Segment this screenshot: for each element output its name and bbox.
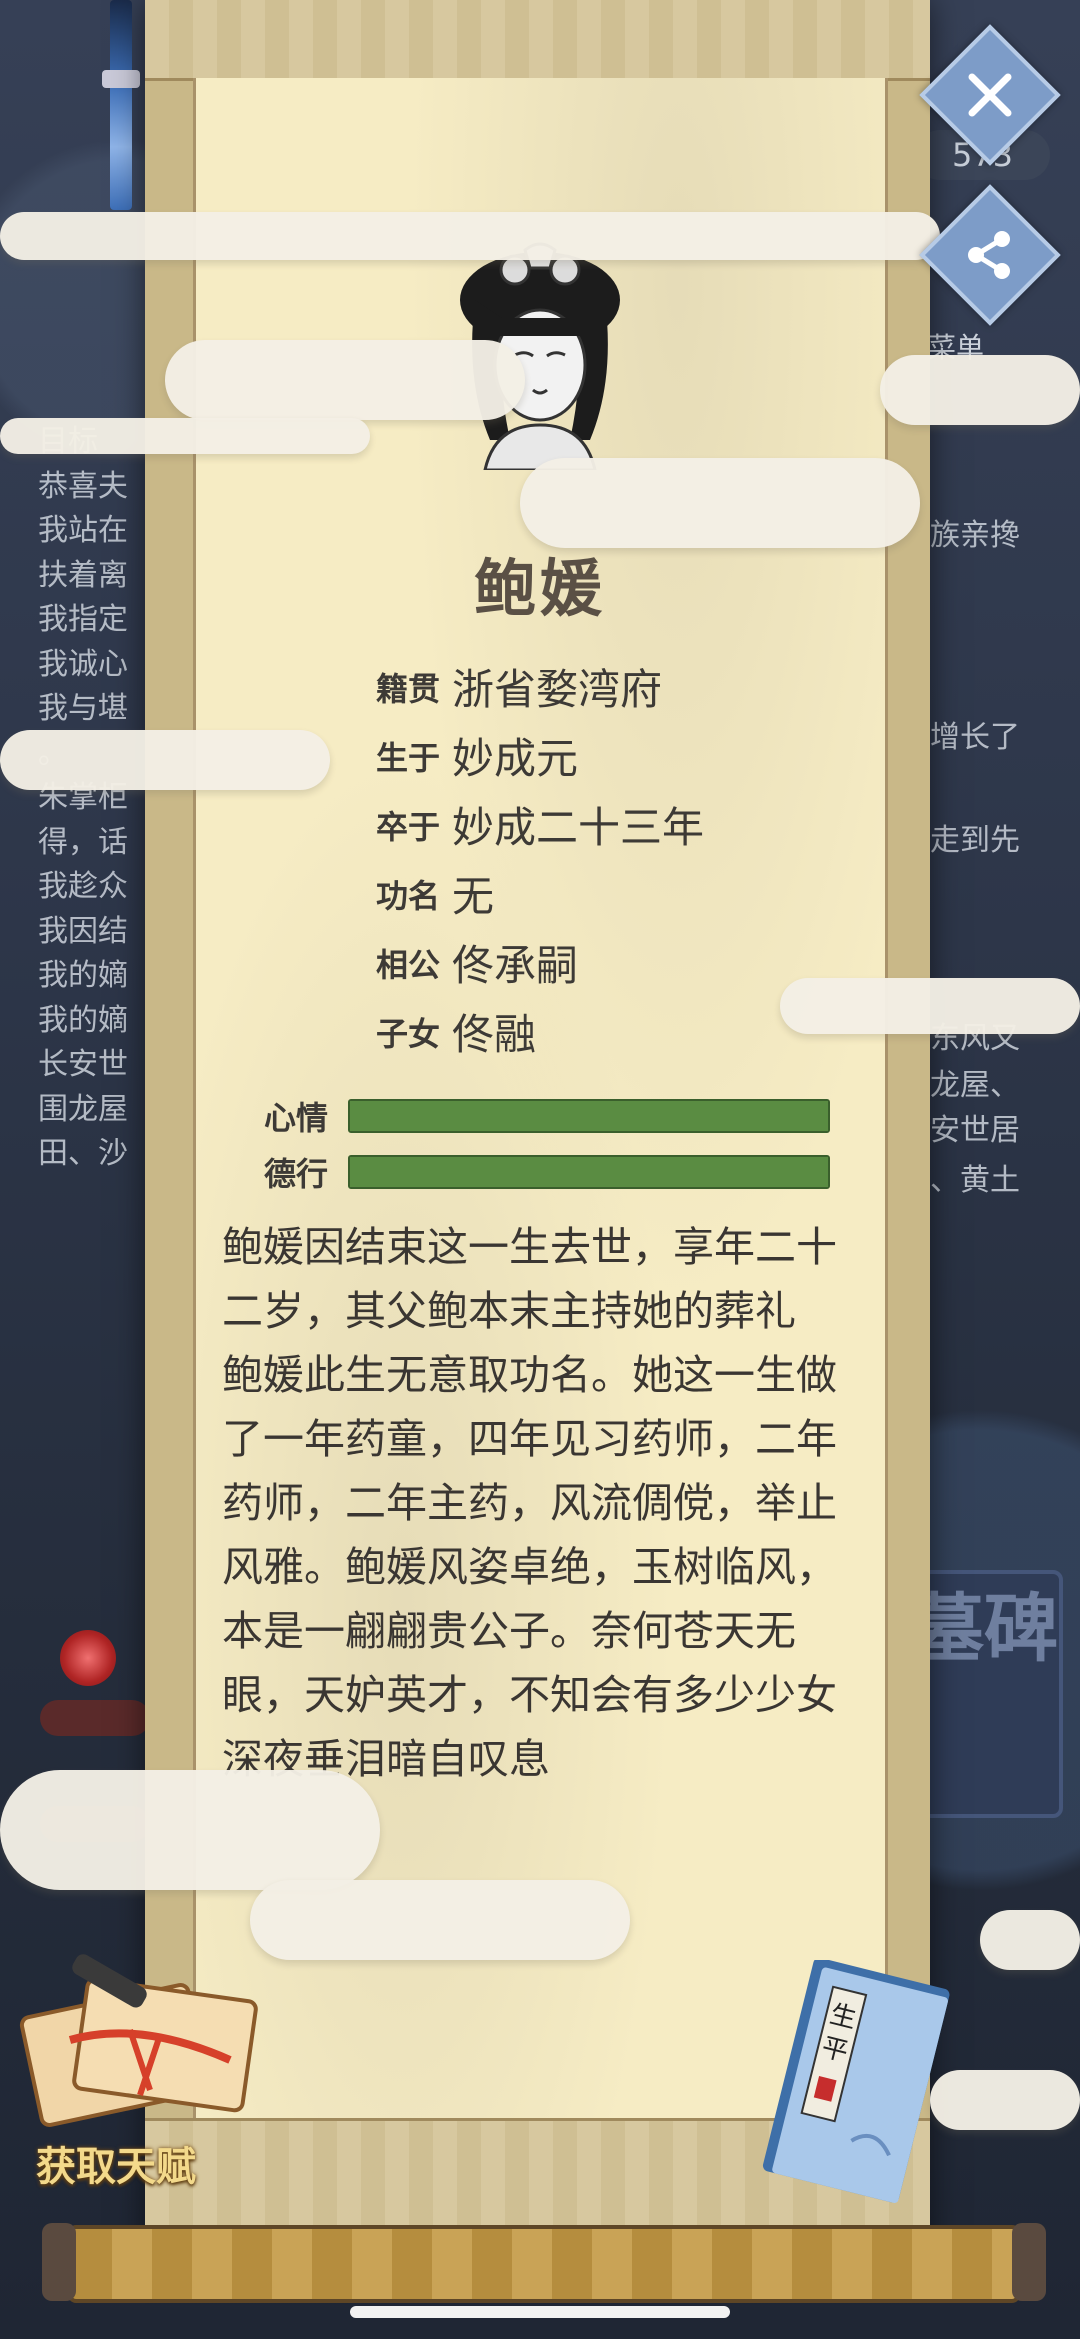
- cloud-decoration: [0, 1770, 380, 1890]
- bar-track: [348, 1099, 830, 1133]
- info-value: 佟融: [452, 1010, 537, 1059]
- character-name: 鲍媛: [473, 552, 606, 625]
- info-value: 妙成元: [452, 734, 579, 783]
- bar-fill: [350, 1101, 828, 1131]
- info-label: 相公: [375, 945, 440, 984]
- log-fragment: 、黄土: [930, 1163, 1020, 1198]
- scroll-top-rod: [145, 0, 930, 81]
- cloud-decoration: [0, 730, 330, 790]
- info-label: 籍贯: [375, 669, 440, 708]
- info-label: 卒于: [375, 807, 440, 846]
- info-label: 功名: [375, 876, 440, 915]
- cloud-decoration: [980, 1910, 1080, 1970]
- cloud-decoration: [165, 340, 525, 420]
- get-talent-label[interactable]: 获取天赋: [36, 2134, 196, 2192]
- info-value: 浙省婺湾府: [452, 665, 663, 714]
- bar-fill: [350, 1157, 828, 1187]
- biography-text: 鲍媛因结束这一生去世，享年二十二岁，其父鲍本末主持她的葬礼 鲍媛此生无意取功名。…: [222, 1215, 862, 1791]
- log-fragment: 龙屋、: [930, 1068, 1020, 1103]
- info-value: 佟承嗣: [452, 941, 579, 990]
- story-paragraph: 鲍媛因结束这一生去世，享年二十二岁，其父鲍本末主持她的葬礼: [222, 1223, 837, 1335]
- close-icon: [968, 73, 1012, 117]
- mood-bar: 心情: [240, 1093, 830, 1139]
- info-row-children: 子女 佟融: [350, 997, 704, 1066]
- info-value: 无: [452, 872, 495, 921]
- story-paragraph: 鲍媛此生无意取功名。她这一生做了一年药童，四年见习药师，二年药师，二年主药，风流…: [222, 1351, 837, 1783]
- biography-book-icon[interactable]: 生 平: [755, 1960, 955, 2210]
- side-item: [40, 1700, 150, 1736]
- bar-label: 心情: [263, 1099, 328, 1137]
- info-label: 子女: [375, 1014, 440, 1053]
- log-fragment: 增长了: [930, 720, 1020, 755]
- share-icon: [968, 231, 1010, 279]
- talent-scroll-icon[interactable]: [10, 1950, 270, 2150]
- virtue-bar: 德行: [240, 1149, 830, 1195]
- bar-track: [348, 1155, 830, 1189]
- cloud-decoration: [780, 978, 1080, 1034]
- cloud-decoration: [250, 1880, 630, 1960]
- info-row-died: 卒于 妙成二十三年: [350, 790, 704, 859]
- cloud-decoration: [0, 418, 370, 454]
- home-indicator[interactable]: [350, 2306, 730, 2318]
- cloud-decoration: [0, 212, 940, 260]
- cloud-decoration: [880, 355, 1080, 425]
- character-info: 籍贯 浙省婺湾府 生于 妙成元 卒于 妙成二十三年 功名 无 相公 佟承嗣 子女…: [350, 652, 704, 1066]
- info-value: 妙成二十三年: [452, 803, 705, 852]
- info-row-spouse: 相公 佟承嗣: [350, 928, 704, 997]
- info-row-born: 生于 妙成元: [350, 721, 704, 790]
- log-fragment: 走到先: [930, 823, 1020, 858]
- jade-pendant-decoration: [102, 0, 140, 210]
- info-label: 生于: [375, 738, 440, 777]
- cloud-decoration: [520, 458, 920, 548]
- bottom-scroll-bar: [42, 2223, 1046, 2303]
- info-row-rank: 功名 无: [350, 859, 704, 928]
- bar-label: 德行: [263, 1155, 328, 1193]
- info-row-hometown: 籍贯 浙省婺湾府: [350, 652, 704, 721]
